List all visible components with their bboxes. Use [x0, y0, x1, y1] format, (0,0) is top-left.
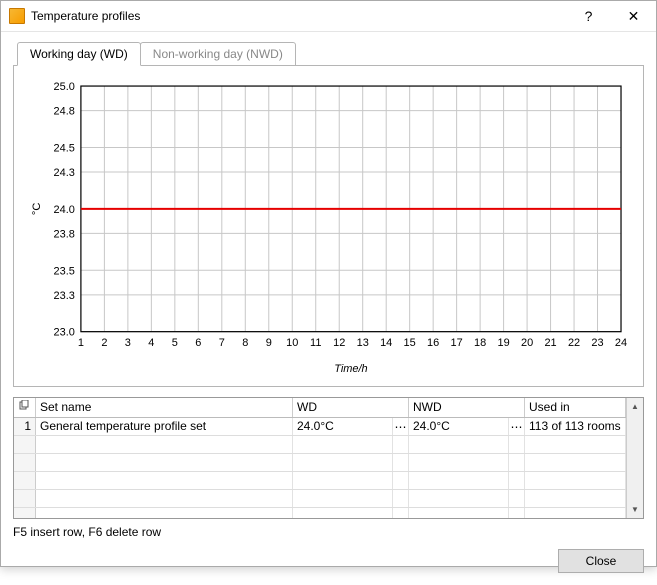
window-title: Temperature profiles: [31, 9, 566, 23]
svg-text:18: 18: [474, 337, 486, 349]
svg-text:21: 21: [544, 337, 556, 349]
table-row-empty[interactable]: [14, 436, 626, 454]
svg-text:23.8: 23.8: [54, 228, 75, 240]
svg-text:12: 12: [333, 337, 345, 349]
app-icon: [9, 8, 25, 24]
dialog-window: Temperature profiles ? ✕ Working day (WD…: [0, 0, 657, 567]
row-number: [14, 454, 36, 471]
close-button[interactable]: Close: [558, 549, 644, 573]
header-used-in[interactable]: Used in: [525, 398, 626, 417]
cell-wd[interactable]: 24.0°C: [293, 418, 393, 435]
table-row-empty[interactable]: [14, 454, 626, 472]
svg-text:23: 23: [591, 337, 603, 349]
tab-bar: Working day (WD) Non-working day (NWD): [13, 42, 644, 66]
grid-body: 1 General temperature profile set 24.0°C…: [14, 418, 626, 518]
svg-text:13: 13: [357, 337, 369, 349]
row-number: [14, 508, 36, 518]
svg-text:Time/h: Time/h: [334, 363, 367, 375]
svg-text:6: 6: [195, 337, 201, 349]
chart: 1234567891011121314151617181920212223242…: [26, 78, 631, 380]
row-number: [14, 436, 36, 453]
wd-picker-button[interactable]: ⋯: [393, 418, 409, 435]
svg-text:24.8: 24.8: [54, 106, 75, 118]
svg-text:17: 17: [451, 337, 463, 349]
grid-corner[interactable]: [14, 398, 36, 417]
content-area: Working day (WD) Non-working day (NWD) 1…: [1, 32, 656, 585]
close-window-button[interactable]: ✕: [611, 1, 656, 31]
hint-text: F5 insert row, F6 delete row: [13, 525, 644, 539]
svg-text:15: 15: [404, 337, 416, 349]
button-bar: Close: [13, 539, 644, 573]
table-row-empty[interactable]: [14, 472, 626, 490]
grid-panel: Set name WD NWD Used in 1 General temper…: [13, 397, 644, 519]
svg-text:14: 14: [380, 337, 392, 349]
header-nwd[interactable]: NWD: [409, 398, 525, 417]
svg-text:1: 1: [78, 337, 84, 349]
cell-used-in: 113 of 113 rooms: [525, 418, 626, 435]
svg-text:23.3: 23.3: [54, 290, 75, 302]
svg-text:24.5: 24.5: [54, 142, 75, 154]
cell-nwd[interactable]: 24.0°C: [409, 418, 509, 435]
svg-text:24.0: 24.0: [54, 204, 75, 216]
row-number: [14, 490, 36, 507]
svg-text:23.5: 23.5: [54, 265, 75, 277]
copy-icon: [18, 400, 30, 412]
svg-text:2: 2: [101, 337, 107, 349]
scroll-up-arrow-icon[interactable]: ▲: [627, 398, 643, 415]
scroll-track[interactable]: [627, 415, 643, 501]
titlebar: Temperature profiles ? ✕: [1, 1, 656, 32]
svg-text:24: 24: [615, 337, 627, 349]
grid-header-row: Set name WD NWD Used in: [14, 398, 626, 418]
table-row[interactable]: 1 General temperature profile set 24.0°C…: [14, 418, 626, 436]
svg-text:19: 19: [497, 337, 509, 349]
svg-text:°C: °C: [31, 203, 43, 215]
tab-working-day[interactable]: Working day (WD): [17, 42, 141, 66]
row-number: [14, 472, 36, 489]
table-row-empty[interactable]: [14, 508, 626, 518]
svg-text:5: 5: [172, 337, 178, 349]
svg-text:10: 10: [286, 337, 298, 349]
vertical-scrollbar[interactable]: ▲ ▼: [626, 398, 643, 518]
svg-text:11: 11: [310, 337, 321, 349]
table-row-empty[interactable]: [14, 490, 626, 508]
tab-non-working-day[interactable]: Non-working day (NWD): [140, 42, 296, 66]
svg-text:24.3: 24.3: [54, 167, 75, 179]
svg-text:25.0: 25.0: [54, 81, 75, 93]
svg-text:23.0: 23.0: [54, 327, 75, 339]
header-wd[interactable]: WD: [293, 398, 409, 417]
svg-text:20: 20: [521, 337, 533, 349]
chart-panel: 1234567891011121314151617181920212223242…: [13, 65, 644, 387]
header-set-name[interactable]: Set name: [36, 398, 293, 417]
svg-text:4: 4: [148, 337, 154, 349]
svg-text:9: 9: [266, 337, 272, 349]
cell-set-name[interactable]: General temperature profile set: [36, 418, 293, 435]
svg-text:3: 3: [125, 337, 131, 349]
svg-text:8: 8: [242, 337, 248, 349]
nwd-picker-button[interactable]: ⋯: [509, 418, 525, 435]
svg-text:7: 7: [219, 337, 225, 349]
row-number: 1: [14, 418, 36, 435]
scroll-down-arrow-icon[interactable]: ▼: [627, 501, 643, 518]
svg-text:16: 16: [427, 337, 439, 349]
svg-text:22: 22: [568, 337, 580, 349]
data-grid: Set name WD NWD Used in 1 General temper…: [13, 397, 644, 519]
help-button[interactable]: ?: [566, 1, 611, 31]
